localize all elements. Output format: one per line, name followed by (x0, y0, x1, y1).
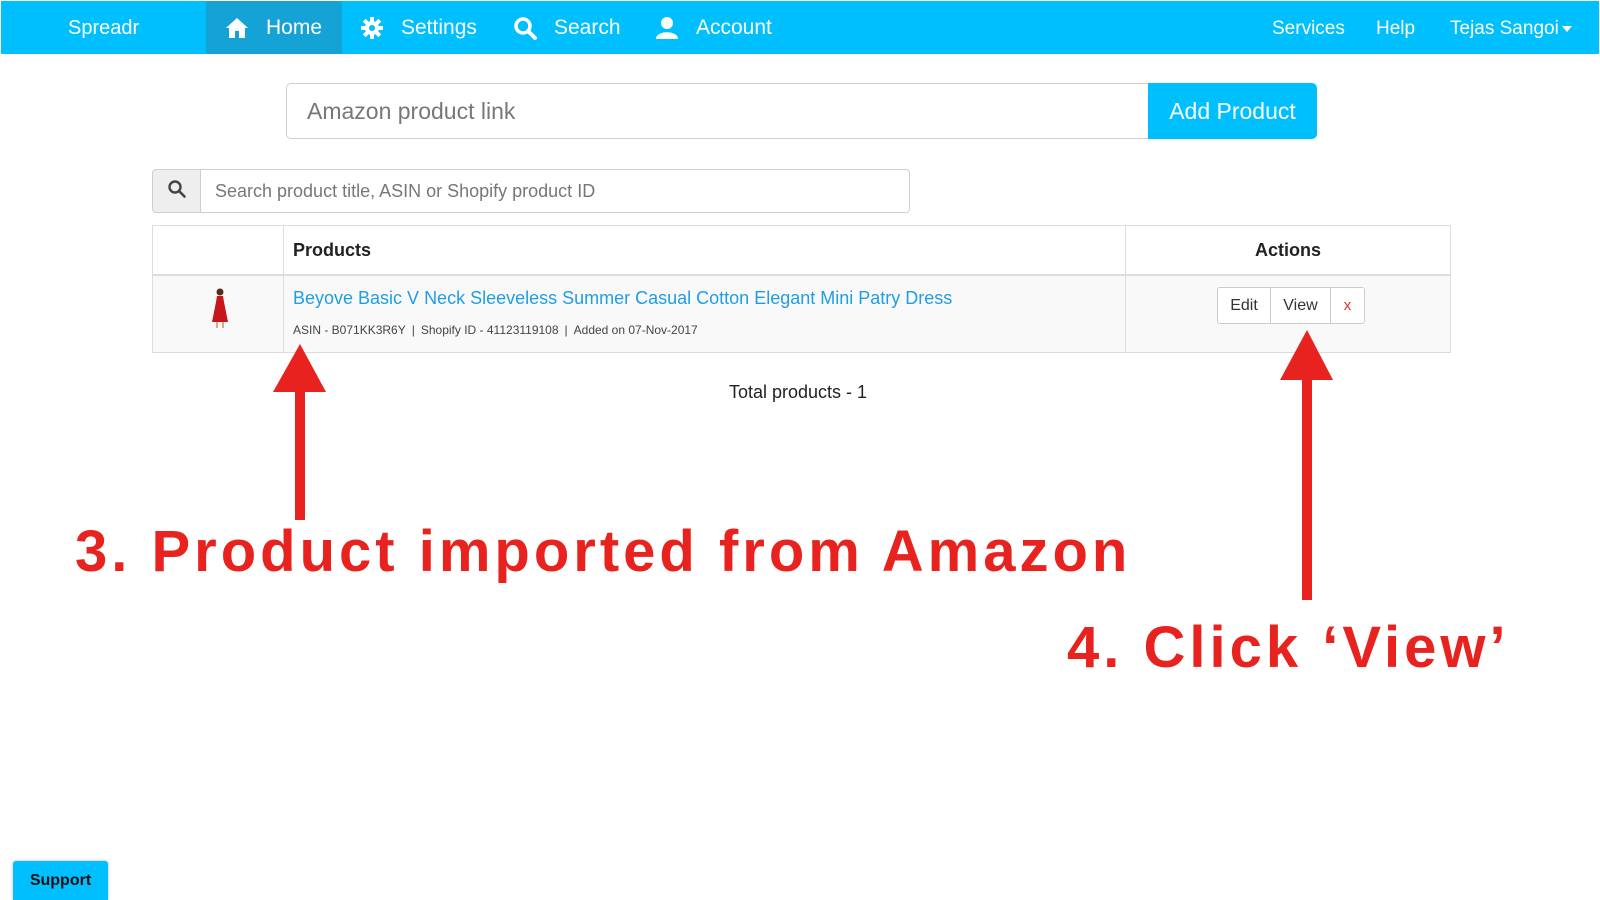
nav-settings-label: Settings (401, 15, 477, 39)
add-product-button[interactable]: Add Product (1148, 83, 1317, 139)
nav-home-label: Home (266, 15, 323, 39)
amazon-link-input[interactable] (286, 83, 1148, 139)
home-icon (224, 15, 250, 41)
product-shopify-id: Shopify ID - 41123119108 (420, 323, 559, 337)
gear-icon (359, 15, 385, 41)
nav-services[interactable]: Services (1272, 1, 1345, 54)
product-search-input[interactable] (200, 169, 910, 213)
nav-settings[interactable]: Settings (359, 1, 477, 54)
row-actions: Edit View x (1217, 287, 1365, 324)
nav-home[interactable]: Home (206, 1, 342, 54)
annotation-arrow-view (1280, 330, 1333, 600)
product-asin: ASIN - B071KK3R6Y (293, 323, 406, 337)
product-meta: ASIN - B071KK3R6Y | Shopify ID - 411231191… (293, 323, 698, 337)
caret-down-icon (1561, 25, 1572, 32)
annotation-step-3: 3. Product imported from Amazon (75, 519, 1132, 584)
column-divider (283, 276, 284, 352)
product-title-link[interactable]: Beyove Basic V Neck Sleeveless Summer Ca… (293, 288, 952, 309)
column-divider (1125, 276, 1126, 352)
user-icon (654, 15, 680, 41)
view-button[interactable]: View (1271, 287, 1331, 324)
nav-search-label: Search (554, 15, 621, 39)
nav-search[interactable]: Search (512, 1, 621, 54)
products-table: Products Actions Beyove Basic V Neck Sle… (152, 225, 1451, 353)
search-addon (152, 169, 201, 213)
product-added-date: Added on 07-Nov-2017 (573, 323, 698, 337)
brand-logo[interactable]: Spreadr (68, 1, 139, 54)
table-row: Beyove Basic V Neck Sleeveless Summer Ca… (153, 276, 1450, 352)
product-thumbnail[interactable] (205, 286, 235, 330)
annotation-arrow-product (273, 344, 326, 520)
actions-header: Actions (1254, 240, 1321, 260)
total-products: Total products - 1 (729, 382, 868, 402)
annotation-step-4: 4. Click ‘View’ (1067, 615, 1510, 680)
meta-separator: | (564, 323, 568, 337)
delete-button[interactable]: x (1331, 287, 1365, 324)
search-icon (167, 179, 187, 204)
column-divider (283, 226, 284, 274)
support-button[interactable]: Support (13, 861, 108, 900)
user-menu-dropdown[interactable]: Tejas Sangoi (1450, 1, 1572, 54)
products-header: Products (293, 240, 372, 260)
meta-separator: | (411, 323, 415, 337)
nav-account[interactable]: Account (654, 1, 772, 54)
search-icon (512, 15, 538, 41)
nav-help[interactable]: Help (1376, 1, 1415, 54)
table-header: Products Actions (153, 226, 1450, 276)
edit-button[interactable]: Edit (1217, 287, 1271, 324)
nav-account-label: Account (696, 15, 772, 39)
top-navbar: Spreadr Home Settings Search Account Ser… (1, 1, 1599, 54)
user-name: Tejas Sangoi (1450, 18, 1559, 39)
